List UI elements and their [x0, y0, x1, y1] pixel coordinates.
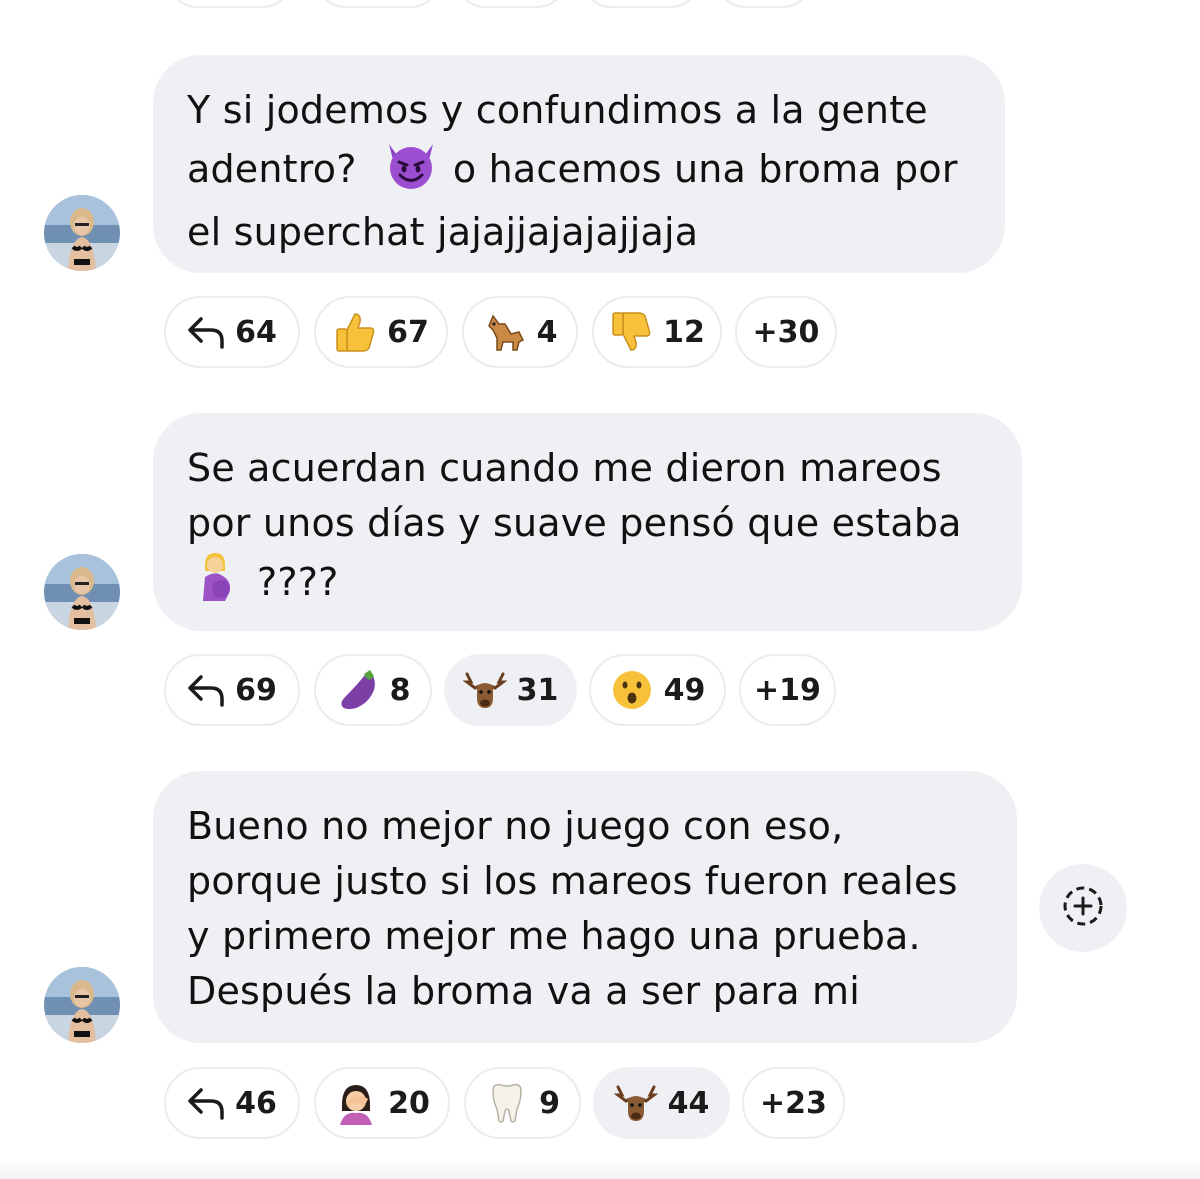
reaction-pill-tooth[interactable]: 9 [464, 1067, 581, 1139]
reaction-count: 4 [536, 314, 558, 350]
reaction-pill-facepalm[interactable]: 20 [314, 1067, 450, 1139]
reply-icon [187, 315, 225, 349]
message-text-line-with-emoji: ???? [187, 551, 988, 618]
message-text-line: porque justo si los mareos fueron reales [187, 859, 958, 903]
avatar[interactable] [44, 967, 120, 1043]
reply-icon [187, 673, 225, 707]
reaction-count: 67 [387, 314, 429, 350]
reaction-count: +23 [760, 1085, 827, 1121]
message-text-line: el superchat jajajjajajajjaja [187, 210, 699, 254]
bottom-divider [0, 1160, 1200, 1179]
avatar[interactable] [44, 195, 120, 271]
reply-count-pill[interactable]: 64 [164, 296, 300, 368]
reaction-count: +19 [754, 672, 821, 708]
reaction-pill-dog[interactable]: 4 [462, 296, 578, 368]
reaction-count: 9 [539, 1085, 560, 1121]
reaction-count: 12 [663, 314, 705, 350]
add-reaction-icon [1061, 884, 1105, 932]
reaction-count: 46 [235, 1085, 277, 1121]
reaction-count: 20 [388, 1085, 430, 1121]
message-bubble[interactable]: Se acuerdan cuando me dieron mareos por … [153, 413, 1022, 631]
previous-reaction-pill[interactable] [716, 0, 812, 8]
more-reactions-pill[interactable]: +30 [735, 296, 837, 368]
smiling-devil-icon [383, 138, 439, 205]
reply-count-pill[interactable]: 46 [164, 1067, 300, 1139]
reaction-count: 69 [235, 672, 277, 708]
previous-reaction-pill[interactable] [456, 0, 566, 8]
reaction-pill-thumbs-up[interactable]: 67 [314, 296, 448, 368]
message-text: adentro? [187, 147, 357, 191]
reaction-pill-moose[interactable]: 31 [444, 654, 577, 726]
message-text: ???? [257, 560, 339, 604]
reaction-pill-thumbs-down[interactable]: 12 [592, 296, 722, 368]
more-reactions-pill[interactable]: +19 [739, 654, 836, 726]
reply-count-pill[interactable]: 69 [164, 654, 300, 726]
reaction-count: 64 [235, 314, 277, 350]
message-bubble[interactable]: Bueno no mejor no juego con eso, porque … [153, 771, 1017, 1043]
reaction-count: 44 [667, 1085, 710, 1121]
reaction-pill-moose[interactable]: 44 [593, 1067, 730, 1139]
message-text-line: y primero mejor me hago una prueba. [187, 914, 921, 958]
facepalm-woman-icon [334, 1081, 378, 1125]
message-text-line: Después la broma va a ser para mi [187, 969, 861, 1013]
reaction-count: +30 [752, 314, 820, 350]
message-text: o hacemos una broma por [452, 147, 958, 191]
reaction-pill-eggplant[interactable]: 8 [314, 654, 432, 726]
thumbs-down-icon [609, 310, 653, 354]
previous-reaction-pill[interactable] [168, 0, 292, 8]
message-text-line: Y si jodemos y confundimos a la gente [187, 88, 928, 132]
reaction-count: 31 [516, 672, 559, 708]
pregnant-woman-icon [195, 551, 235, 618]
moose-icon [613, 1081, 658, 1125]
thumbs-up-icon [333, 310, 377, 354]
message-bubble[interactable]: Y si jodemos y confundimos a la gente ad… [153, 55, 1005, 273]
reply-icon [187, 1086, 225, 1120]
moose-icon [462, 668, 507, 712]
surprised-face-icon [610, 668, 654, 712]
add-reaction-button[interactable] [1039, 864, 1127, 952]
previous-reaction-pill[interactable] [316, 0, 440, 8]
previous-reactions-row [0, 0, 1200, 10]
reaction-count: 8 [389, 672, 411, 708]
reaction-count: 49 [663, 672, 706, 708]
message-text-line: Se acuerdan cuando me dieron mareos [187, 446, 942, 490]
message-text-line: por unos días y suave pensó que estaba [187, 501, 962, 545]
tooth-icon [485, 1081, 529, 1125]
dog-icon [483, 310, 527, 354]
message-text-line-with-emoji: adentro? o hacemos una broma por [187, 138, 971, 205]
more-reactions-pill[interactable]: +23 [742, 1067, 845, 1139]
reaction-pill-surprised[interactable]: 49 [589, 654, 726, 726]
message-text-line: Bueno no mejor no juego con eso, [187, 804, 844, 848]
avatar[interactable] [44, 554, 120, 630]
eggplant-icon [336, 668, 380, 712]
previous-reaction-pill[interactable] [582, 0, 700, 8]
